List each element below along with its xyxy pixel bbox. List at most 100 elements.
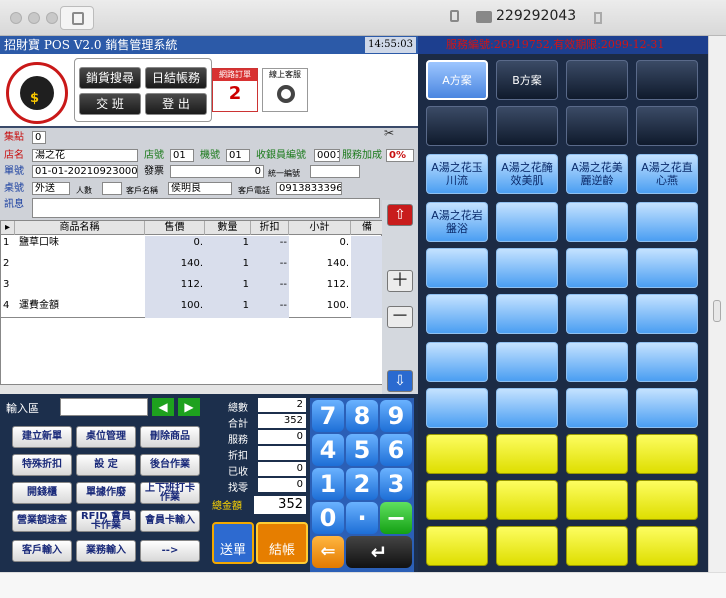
- item-button[interactable]: A湯之花玉川流: [426, 154, 488, 194]
- key-3[interactable]: 3: [380, 468, 412, 500]
- item-button[interactable]: [636, 294, 698, 334]
- yellow-slot[interactable]: [496, 480, 558, 520]
- points-field[interactable]: 0: [32, 131, 46, 144]
- table-row[interactable]: 2 140. 1 -- 140.: [1, 257, 383, 278]
- daily-account-button[interactable]: 日結帳務: [145, 67, 207, 89]
- backend-button[interactable]: 後台作業: [140, 454, 200, 476]
- scroll-handle[interactable]: [713, 300, 721, 322]
- item-button[interactable]: [566, 388, 628, 428]
- key-6[interactable]: 6: [380, 434, 412, 466]
- customer-input-button[interactable]: 客戶輸入: [12, 540, 72, 562]
- unified-field[interactable]: [310, 165, 360, 178]
- phone-field[interactable]: 0913833396: [276, 182, 342, 195]
- item-button[interactable]: A湯之花岩盤浴: [426, 202, 488, 242]
- table-row[interactable]: 3 112. 1 -- 112.: [1, 278, 383, 299]
- item-button[interactable]: A湯之花美麗逆齡: [566, 154, 628, 194]
- item-button[interactable]: [636, 248, 698, 288]
- new-order-button[interactable]: 建立新單: [12, 426, 72, 448]
- item-button[interactable]: [496, 342, 558, 382]
- left-arrow-icon[interactable]: ◀: [152, 398, 174, 416]
- key-5[interactable]: 5: [346, 434, 378, 466]
- minimize-dot[interactable]: [28, 12, 40, 24]
- revenue-query-button[interactable]: 營業額速查: [12, 510, 72, 532]
- checkout-button[interactable]: 結帳: [256, 522, 308, 564]
- member-card-button[interactable]: 會員卡輸入: [140, 510, 200, 532]
- increase-qty-button[interactable]: ＋: [387, 270, 413, 292]
- window-scrollbar[interactable]: [708, 36, 726, 572]
- key-9[interactable]: 9: [380, 400, 412, 432]
- right-arrow-icon[interactable]: ▶: [178, 398, 200, 416]
- yellow-slot[interactable]: [496, 526, 558, 566]
- service-rate-field[interactable]: 0%: [386, 149, 414, 162]
- yellow-slot[interactable]: [636, 480, 698, 520]
- key-7[interactable]: 7: [312, 400, 344, 432]
- yellow-slot[interactable]: [426, 434, 488, 474]
- grid-scrollbar[interactable]: [0, 384, 382, 394]
- item-button[interactable]: [636, 342, 698, 382]
- enter-icon[interactable]: ↵: [346, 536, 412, 568]
- item-button[interactable]: [496, 248, 558, 288]
- key-0[interactable]: 0: [312, 502, 344, 534]
- plan-slot[interactable]: [496, 106, 558, 146]
- special-discount-button[interactable]: 特殊折扣: [12, 454, 72, 476]
- clock-in-button[interactable]: 上下班打卡作業: [140, 482, 200, 504]
- item-button[interactable]: [636, 388, 698, 428]
- yellow-slot[interactable]: [426, 526, 488, 566]
- store-name-field[interactable]: 湯之花: [32, 149, 138, 162]
- item-button[interactable]: [496, 202, 558, 242]
- plan-slot[interactable]: [636, 60, 698, 100]
- item-button[interactable]: [426, 294, 488, 334]
- scroll-up-button[interactable]: ⇧: [387, 204, 413, 226]
- address-text[interactable]: 229292043: [496, 8, 576, 24]
- col-price[interactable]: 售價: [145, 221, 205, 235]
- key-dot[interactable]: ·: [346, 502, 378, 534]
- plan-b-button[interactable]: B方案: [496, 60, 558, 100]
- table-row[interactable]: 4 運費金額 100. 1 -- 100.: [1, 299, 383, 318]
- item-button[interactable]: [426, 388, 488, 428]
- send-order-button[interactable]: 送單: [212, 522, 254, 564]
- plan-slot[interactable]: [426, 106, 488, 146]
- input-field[interactable]: [60, 398, 148, 416]
- item-button[interactable]: [566, 294, 628, 334]
- sales-input-button[interactable]: 業務輸入: [76, 540, 136, 562]
- col-name[interactable]: 商品名稱: [15, 221, 145, 235]
- rfid-card-button[interactable]: RFID 會員卡作業: [76, 510, 136, 532]
- open-drawer-button[interactable]: 開錢櫃: [12, 482, 72, 504]
- logout-button[interactable]: 登 出: [145, 93, 207, 115]
- customer-field[interactable]: 侯明良: [168, 182, 232, 195]
- item-button[interactable]: [426, 342, 488, 382]
- key-minus[interactable]: −: [380, 502, 412, 534]
- tools-icon[interactable]: ✂: [384, 126, 398, 140]
- scroll-down-button[interactable]: ⇩: [387, 370, 413, 392]
- shift-button[interactable]: 交 班: [79, 93, 141, 115]
- item-button[interactable]: [636, 202, 698, 242]
- yellow-slot[interactable]: [566, 526, 628, 566]
- item-button[interactable]: [426, 248, 488, 288]
- plan-a-button[interactable]: A方案: [426, 60, 488, 100]
- yellow-slot[interactable]: [636, 434, 698, 474]
- decrease-qty-button[interactable]: －: [387, 306, 413, 328]
- yellow-slot[interactable]: [426, 480, 488, 520]
- next-page-button[interactable]: -->: [140, 540, 200, 562]
- yellow-slot[interactable]: [566, 480, 628, 520]
- close-dot[interactable]: [10, 12, 22, 24]
- col-note[interactable]: 備: [351, 221, 383, 235]
- yellow-slot[interactable]: [496, 434, 558, 474]
- item-button[interactable]: [566, 342, 628, 382]
- item-button[interactable]: [566, 202, 628, 242]
- key-1[interactable]: 1: [312, 468, 344, 500]
- table-field[interactable]: 外送: [32, 182, 70, 195]
- item-button[interactable]: [496, 294, 558, 334]
- yellow-slot[interactable]: [566, 434, 628, 474]
- key-8[interactable]: 8: [346, 400, 378, 432]
- sidebar-icon[interactable]: [60, 6, 94, 30]
- col-discount[interactable]: 折扣: [251, 221, 289, 235]
- message-field[interactable]: [32, 198, 380, 218]
- people-field[interactable]: [102, 182, 122, 195]
- machine-field[interactable]: 01: [226, 149, 250, 162]
- item-button[interactable]: [566, 248, 628, 288]
- order-no-field[interactable]: 01-01-202109230002: [32, 165, 138, 178]
- yellow-slot[interactable]: [636, 526, 698, 566]
- online-support-button[interactable]: 線上客服: [262, 68, 308, 112]
- invoice-field[interactable]: 0: [170, 165, 264, 178]
